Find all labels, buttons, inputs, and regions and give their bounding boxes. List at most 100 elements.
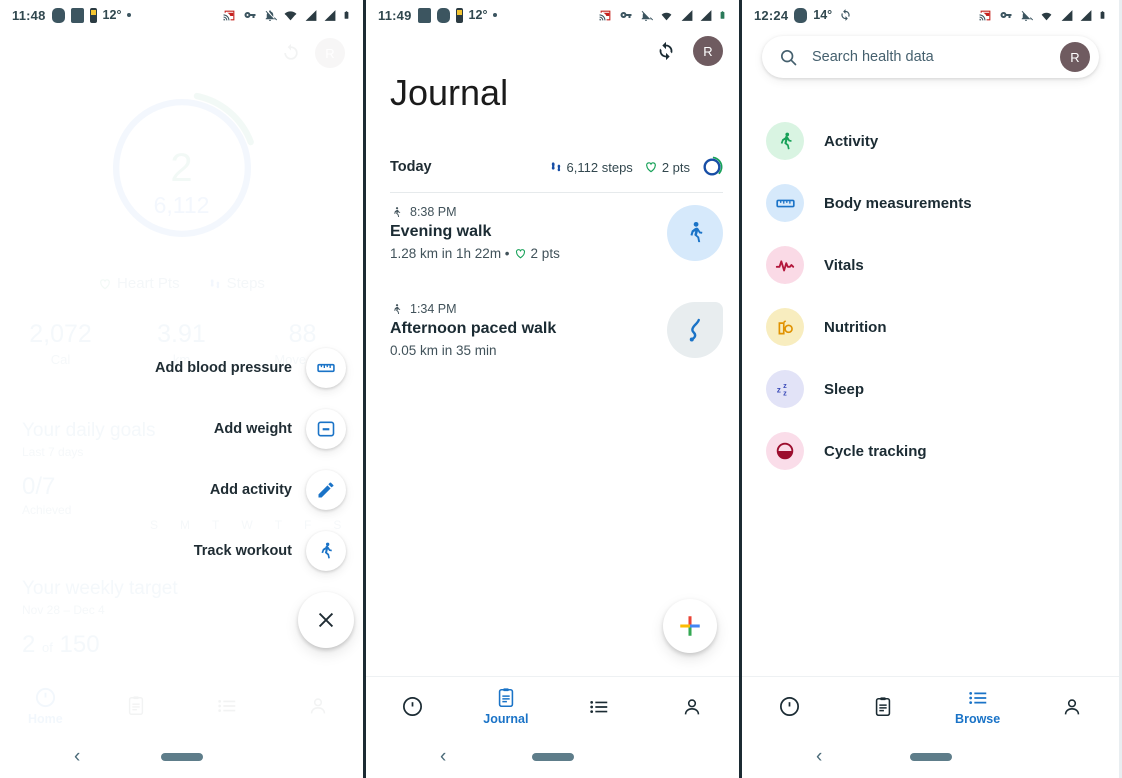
- track-workout-button[interactable]: [306, 531, 346, 571]
- pulse-icon: [775, 260, 795, 272]
- wifi-icon: [661, 12, 672, 20]
- entry-points: 2 pts: [530, 246, 560, 261]
- journal-clipboard-icon: [498, 688, 514, 708]
- status-time: 11:48: [12, 7, 46, 23]
- speed-dial-add-activity[interactable]: Add activity: [210, 470, 346, 510]
- weekday: S: [150, 518, 159, 532]
- home-ring-icon: [403, 697, 423, 716]
- daily-goals-card: Your daily goals Last 7 days 0/7 Achieve…: [22, 420, 155, 517]
- category-icon-bg: [766, 308, 804, 346]
- add-entry-fab[interactable]: [663, 599, 717, 653]
- nav-label: Home: [28, 712, 63, 726]
- add-activity-button[interactable]: [306, 470, 346, 510]
- weekly-target-of: of: [42, 640, 53, 655]
- weekly-target-card: Your weekly target Nov 28 – Dec 4 2 of 1…: [22, 578, 178, 659]
- heart-icon: [515, 249, 525, 259]
- legend-steps: Steps: [208, 275, 265, 292]
- browse-item-sleep[interactable]: zzz Sleep: [742, 358, 1119, 420]
- speed-dial-add-weight[interactable]: Add weight: [214, 409, 346, 449]
- browse-item-nutrition[interactable]: Nutrition: [742, 296, 1119, 358]
- speed-dial-track-workout[interactable]: Track workout: [194, 531, 346, 571]
- vpn-key-icon: [244, 12, 256, 18]
- avatar[interactable]: R: [1060, 42, 1090, 72]
- browse-list-icon: [218, 700, 236, 712]
- browse-item-vitals[interactable]: Vitals: [742, 234, 1119, 296]
- speed-dial-label: Add blood pressure: [155, 360, 292, 376]
- status-bar: 11:49 12°: [366, 0, 739, 30]
- ring-steps: 6,112: [153, 192, 210, 218]
- category-icon-bg: zzz: [766, 370, 804, 408]
- weekly-target-current: 2: [22, 631, 36, 658]
- status-bar-right: [222, 8, 351, 22]
- speed-dial-add-blood-pressure[interactable]: Add blood pressure: [155, 348, 346, 388]
- sync-icon[interactable]: [655, 40, 677, 62]
- nav-item-browse[interactable]: Browse: [931, 687, 1025, 726]
- back-button[interactable]: ‹: [816, 746, 822, 768]
- cast-icon: [599, 10, 611, 20]
- nav-item-home[interactable]: Home: [0, 686, 91, 726]
- add-blood-pressure-button[interactable]: [306, 348, 346, 388]
- search-input[interactable]: Search health data: [812, 49, 1046, 65]
- bottom-navigation: Journal: [366, 676, 739, 736]
- vpn-key-icon: [1000, 12, 1012, 18]
- walking-icon: [394, 206, 401, 217]
- back-button[interactable]: ‹: [440, 746, 446, 768]
- legend-heart-pts: Heart Pts: [98, 275, 180, 292]
- pencil-icon: [318, 482, 334, 498]
- nav-item-browse[interactable]: [553, 696, 646, 718]
- home-gesture-pill[interactable]: [531, 753, 574, 761]
- category-icon-bg: [766, 122, 804, 160]
- today-metrics: 6,112 steps 2 pts: [549, 156, 723, 178]
- battery-saver-icon: [89, 7, 97, 23]
- signal-bars-icon: [324, 9, 336, 21]
- walking-icon: [394, 303, 401, 314]
- phone-screen-home-speed-dial: 11:48 12° R 2 6,112 Heart Pts Steps 2,07…: [0, 0, 363, 778]
- entry-title: Evening walk: [390, 223, 492, 240]
- nav-item-profile[interactable]: [646, 696, 739, 718]
- activity-ring-icon: [701, 156, 723, 178]
- nav-item-profile[interactable]: [1025, 696, 1119, 718]
- nav-item-journal[interactable]: [91, 695, 182, 717]
- battery-icon: [344, 11, 349, 19]
- nav-item-profile[interactable]: [272, 695, 363, 717]
- home-gesture-pill[interactable]: [160, 753, 203, 761]
- phone-screen-browse: 12:24 14° Search health data R Activity …: [742, 0, 1119, 778]
- close-speed-dial-button[interactable]: [298, 592, 354, 648]
- journal-entry[interactable]: 8:38 PM Evening walk 1.28 km in 1h 22m •…: [390, 205, 723, 261]
- running-icon: [780, 132, 792, 149]
- journal-clipboard-icon: [876, 696, 891, 716]
- nav-item-journal[interactable]: [836, 696, 930, 718]
- battery-icon: [720, 11, 725, 19]
- browse-item-body-measurements[interactable]: Body measurements: [742, 172, 1119, 234]
- back-button[interactable]: ‹: [74, 746, 80, 768]
- avatar: R: [315, 38, 345, 68]
- today-steps-text: 6,112 steps: [566, 159, 633, 175]
- status-bar-left: 11:49 12°: [378, 7, 498, 23]
- activity-ring: 2 6,112: [0, 92, 363, 244]
- nav-item-browse[interactable]: [182, 695, 273, 717]
- browse-item-activity[interactable]: Activity: [742, 110, 1119, 172]
- nav-item-journal[interactable]: Journal: [459, 687, 552, 726]
- category-icon-bg: [766, 184, 804, 222]
- bottom-navigation: Browse: [742, 676, 1119, 736]
- home-gesture-pill[interactable]: [909, 753, 952, 761]
- notification-icon: [51, 7, 65, 23]
- status-bar-left: 11:48 12°: [12, 7, 132, 23]
- nav-item-home[interactable]: [366, 695, 459, 718]
- android-navigation-bar: ‹: [742, 736, 1119, 778]
- nutrition-icon: [778, 319, 793, 334]
- browse-item-cycle-tracking[interactable]: Cycle tracking: [742, 420, 1119, 482]
- weekday: W: [241, 518, 253, 532]
- stat-value: 88: [288, 320, 317, 348]
- journal-header-actions: R: [655, 36, 723, 66]
- legend-steps-label: Steps: [226, 275, 265, 292]
- speed-dial-label: Add weight: [213, 421, 292, 437]
- weekly-target-value: 2 of 150: [22, 631, 178, 659]
- legend-heart-pts-label: Heart Pts: [117, 275, 180, 292]
- add-weight-button[interactable]: [306, 409, 346, 449]
- avatar[interactable]: R: [693, 36, 723, 66]
- search-bar[interactable]: Search health data R: [762, 36, 1099, 78]
- nav-item-home[interactable]: [742, 695, 836, 718]
- journal-entry[interactable]: 1:34 PM Afternoon paced walk 0.05 km in …: [390, 302, 723, 358]
- steps-icon: [210, 278, 219, 288]
